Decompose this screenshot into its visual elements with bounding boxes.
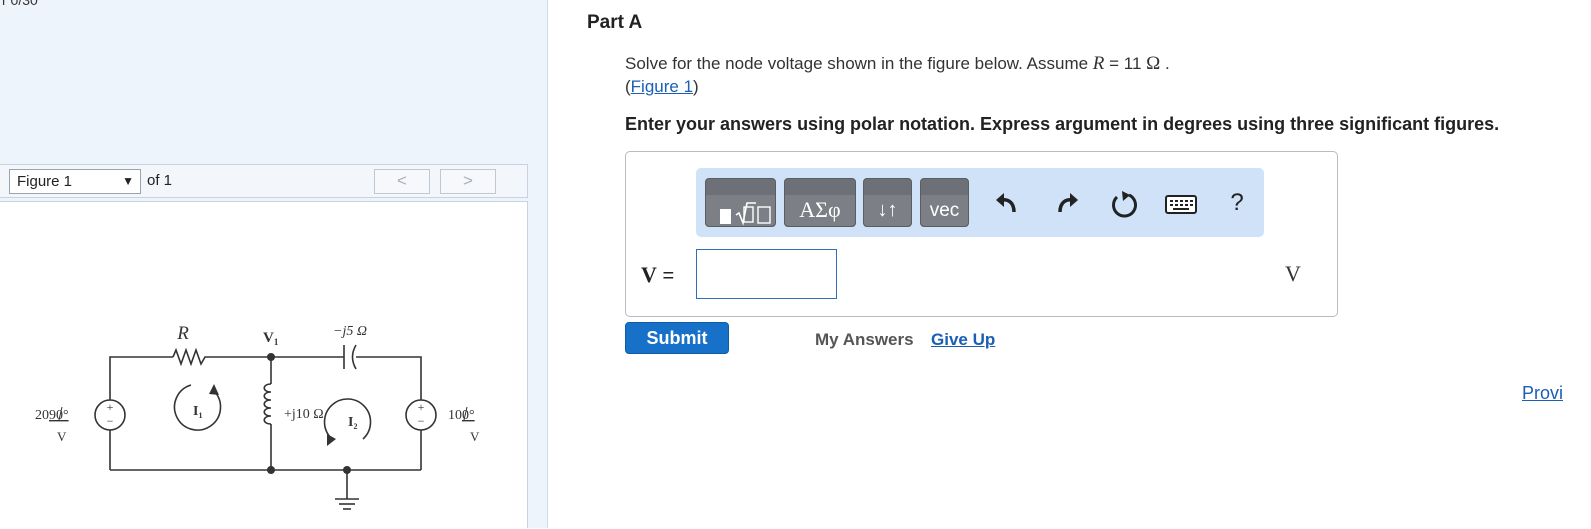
greek-symbols-button[interactable]: ΑΣφ: [784, 178, 856, 227]
redo-button[interactable]: [1050, 188, 1082, 220]
reset-icon: [1112, 191, 1137, 218]
figure-panel: r 0/30 Figure 1 ▼ of 1 < > + − + − R V1 …: [0, 0, 548, 528]
help-button[interactable]: ?: [1223, 188, 1251, 220]
answer-input[interactable]: [696, 249, 837, 299]
vector-button[interactable]: vec: [920, 178, 969, 227]
wire-cap-to-right: [356, 356, 422, 400]
source-left-plus: +: [107, 400, 114, 414]
ohm-symbol: Ω: [1146, 53, 1161, 74]
subscript-superscript-button[interactable]: ↓↑: [863, 178, 912, 227]
top-fragment-text: r 0/30: [2, 0, 38, 8]
previous-figure-button[interactable]: <: [374, 169, 430, 194]
problem-text: Solve for the node voltage shown in the …: [625, 54, 1093, 73]
provide-feedback-link[interactable]: Provi: [1522, 383, 1563, 404]
wire-left-top: [109, 356, 173, 400]
undo-icon: [996, 193, 1016, 213]
resistor-label: R: [176, 323, 189, 344]
updown-arrows-icon: ↓↑: [877, 199, 898, 221]
v1-label: V1: [263, 330, 279, 347]
r-value: = 11: [1104, 54, 1147, 73]
undo-button[interactable]: [992, 188, 1024, 220]
problem-statement: Solve for the node voltage shown in the …: [625, 53, 1170, 75]
period: .: [1160, 54, 1170, 73]
source-right-unit: V: [470, 429, 480, 444]
greek-symbols-label: ΑΣφ: [799, 197, 841, 222]
chevron-left-icon: <: [397, 171, 407, 190]
templates-icon: [720, 202, 771, 226]
part-title: Part A: [587, 12, 643, 33]
inductor-label: +j10 Ω: [284, 407, 324, 422]
vec-label: vec: [929, 200, 960, 221]
keyboard-icon: [1165, 195, 1197, 214]
math-toolbar: ΑΣφ ↓↑ vec ?: [696, 168, 1264, 237]
help-icon: ?: [1230, 189, 1244, 216]
my-answers-label: My Answers: [815, 330, 914, 349]
resistor: [172, 347, 208, 367]
figure-count-text: of 1: [147, 172, 173, 189]
figure-select[interactable]: Figure 1 ▼: [9, 169, 141, 194]
figure-link-line: (Figure 1): [625, 77, 699, 97]
i1-label: I1: [193, 404, 202, 420]
equals-sign: =: [656, 265, 675, 287]
capacitor-label: −j5 Ω: [333, 324, 367, 339]
answer-variable: V: [641, 262, 657, 287]
keyboard-button[interactable]: [1164, 188, 1198, 220]
answer-box: ΑΣφ ↓↑ vec ? V = V: [625, 151, 1338, 317]
templates-button[interactable]: [705, 178, 776, 227]
dropdown-arrow-icon: ▼: [122, 174, 134, 188]
redo-icon: [1058, 193, 1078, 213]
inductor: [263, 383, 272, 425]
chevron-right-icon: >: [463, 171, 473, 190]
figure-link[interactable]: Figure 1: [631, 77, 693, 96]
figure-image-area: + − + − R V1 −j5 Ω +j10 Ω I1 I2 2090° V …: [0, 201, 528, 528]
figure-select-value: Figure 1: [17, 173, 73, 190]
node-ground: [343, 466, 351, 474]
node-bottom-left: [267, 466, 275, 474]
submit-button[interactable]: Submit: [625, 322, 729, 354]
next-figure-button[interactable]: >: [440, 169, 496, 194]
circuit-diagram: + − + − R V1 −j5 Ω +j10 Ω I1 I2 2090° V …: [35, 323, 480, 510]
mesh-current-2-arrowhead: [327, 434, 336, 446]
source-left-value: 2090°: [35, 408, 69, 423]
reset-button[interactable]: [1108, 188, 1140, 220]
paren-close: ): [693, 77, 699, 96]
source-right-plus: +: [418, 400, 425, 414]
answer-variable-label: V =: [641, 262, 674, 288]
answer-unit: V: [1285, 261, 1301, 286]
mesh-current-1-arrowhead: [209, 384, 219, 395]
source-left-minus: −: [107, 414, 114, 428]
instruction-text: Enter your answers using polar notation.…: [625, 114, 1500, 134]
source-right-value: 100°: [448, 408, 475, 423]
give-up-link[interactable]: Give Up: [931, 330, 995, 350]
figure-toolbar: Figure 1 ▼ of 1 < >: [0, 164, 528, 198]
source-left-unit: V: [57, 429, 67, 444]
node-v1: [267, 353, 275, 361]
source-right-minus: −: [418, 414, 425, 428]
r-symbol: R: [1092, 53, 1105, 74]
i2-label: I2: [348, 415, 357, 431]
capacitor-plate-right: [351, 344, 357, 370]
